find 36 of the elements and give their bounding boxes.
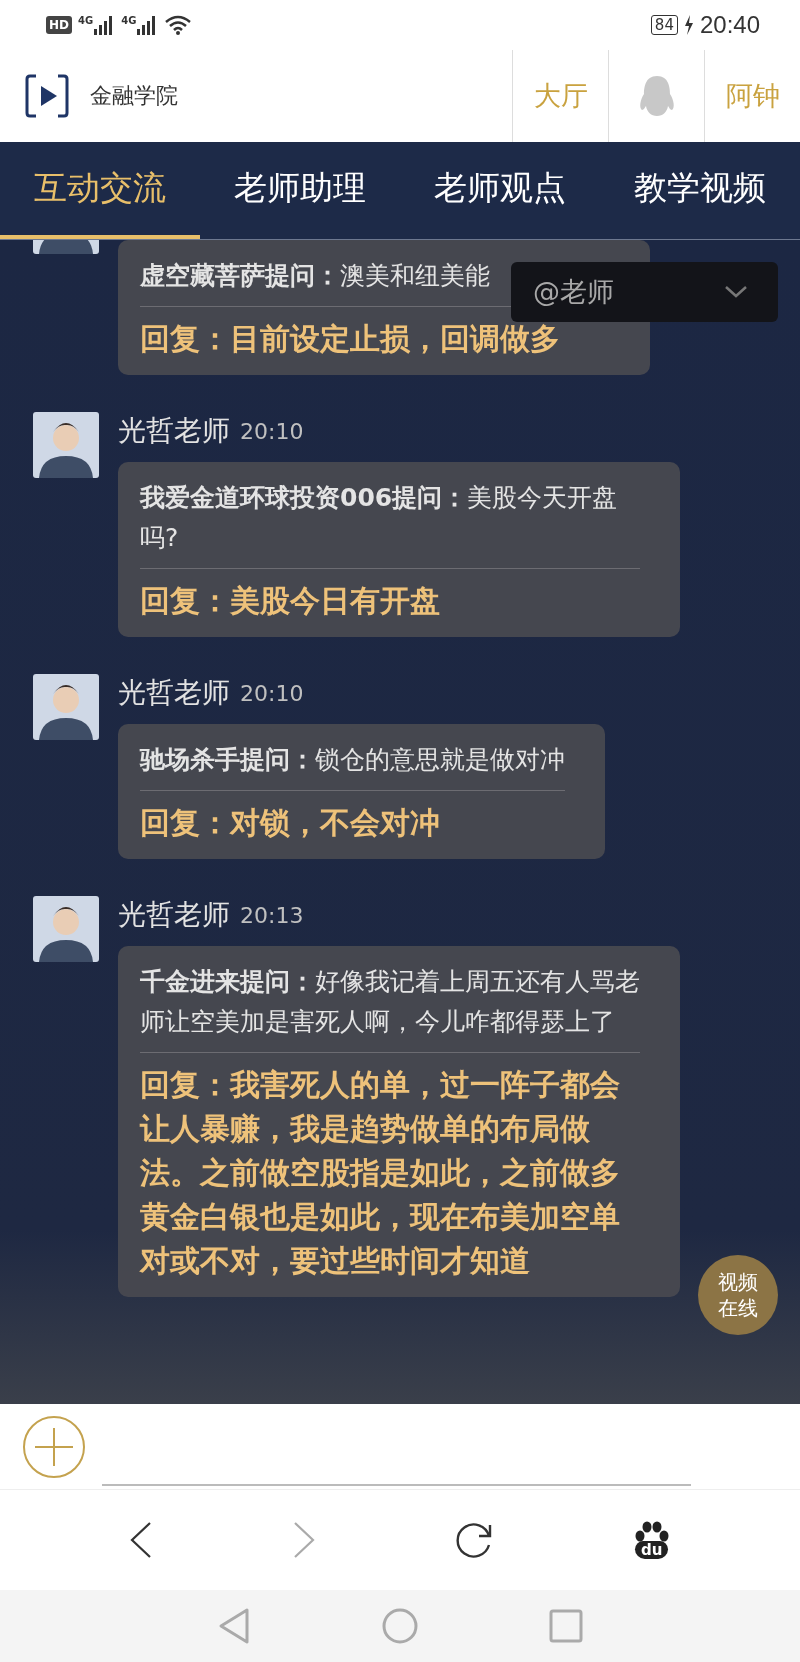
tab[interactable]: 教学视频 (600, 142, 800, 239)
home-circle-icon[interactable] (381, 1607, 419, 1645)
back-triangle-icon[interactable] (217, 1607, 251, 1645)
wifi-icon (164, 14, 193, 36)
reply-text: 回复：美股今日有开盘 (140, 582, 441, 620)
avatar-icon (33, 412, 99, 478)
message-time: 20:10 (240, 418, 304, 446)
question-text: 千金进来提问：好像我记着上周五还有人骂老师让空美加是害死人啊，今儿咋都得瑟上了 (140, 966, 640, 1038)
mention-dropdown[interactable]: @老师 (511, 262, 778, 322)
reply-text: 回复：目前设定止损，回调做多 (140, 320, 561, 358)
question-text: 驰场杀手提问：锁仓的意思就是做对冲 (140, 744, 565, 776)
author-name: 光哲老师 (118, 675, 230, 711)
author-name: 光哲老师 (118, 897, 230, 933)
avatar-icon (33, 896, 99, 962)
question-text: 我爱金道环球投资006提问：美股今天开盘吗? (140, 482, 619, 554)
question-text: 虚空藏菩萨提问：澳美和纽美能 (140, 260, 490, 292)
clock: 20:40 (699, 11, 760, 39)
add-icon[interactable] (22, 1414, 86, 1479)
charging-icon (683, 15, 694, 35)
video-online-button[interactable]: 视频在线 (698, 1255, 778, 1335)
reply-text: 回复：对锁，不会对冲 (140, 804, 441, 842)
network-type: 4G (78, 15, 94, 26)
avatar-icon (33, 674, 99, 740)
network-type: 4G (121, 15, 137, 26)
chevron-down-icon (724, 285, 748, 299)
tab[interactable]: 老师观点 (400, 142, 600, 239)
site-title: 金融学院 (90, 82, 178, 110)
play-logo-icon (24, 73, 70, 119)
recents-square-icon[interactable] (549, 1609, 583, 1643)
message-time: 20:13 (240, 902, 304, 930)
message-time: 20:10 (240, 680, 304, 708)
tab[interactable]: 老师助理 (200, 142, 400, 239)
reply-text: 回复：我害死人的单，过一阵子都会让人暴赚，我是趋势做单的布局做法。之前做空股指是如此，之前做多黄金白银也是如此，现在布美加空单对或不对，要过些时间才知道 (140, 1066, 621, 1280)
author-name: 光哲老师 (118, 413, 230, 449)
battery-level: 84 (650, 15, 678, 35)
hd-badge: HD (46, 16, 72, 34)
